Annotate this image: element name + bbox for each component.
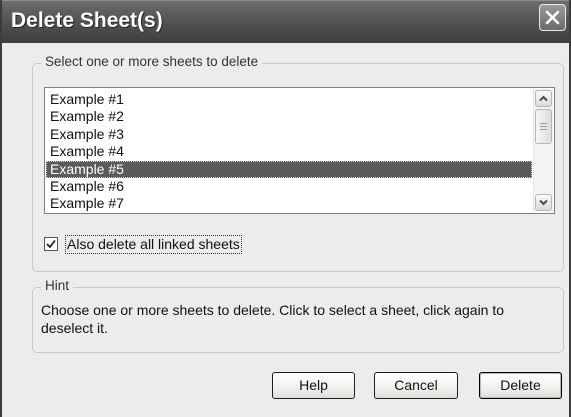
scrollbar-thumb[interactable] (535, 109, 552, 144)
chevron-up-icon (539, 95, 548, 102)
grip-line (540, 129, 547, 130)
title-bar[interactable]: Delete Sheet(s) (2, 0, 569, 43)
grip-line (540, 123, 547, 124)
close-button[interactable] (539, 4, 566, 31)
listbox-scrollbar[interactable] (533, 89, 553, 212)
sheet-list-item[interactable]: Example #7 (46, 195, 532, 212)
also-delete-linked-label[interactable]: Also delete all linked sheets (65, 235, 242, 254)
sheets-list: Example #1 Example #2 Example #3 Example #4… (46, 91, 532, 213)
close-icon (545, 10, 560, 25)
sheets-groupbox: Select one or more sheets to delete Exam… (32, 54, 564, 272)
hint-group-legend: Hint (41, 278, 74, 293)
scroll-down-button[interactable] (535, 194, 552, 211)
sheet-list-item[interactable]: Example #5 (46, 160, 532, 178)
hint-text: Choose one or more sheets to delete. Cli… (41, 302, 505, 336)
delete-button[interactable]: Delete (479, 372, 562, 399)
grip-line (540, 126, 547, 127)
sheet-list-item[interactable]: Example #4 (46, 143, 532, 160)
checkmark-icon (46, 239, 56, 249)
chevron-down-icon (539, 199, 548, 206)
hint-groupbox: Hint Choose one or more sheets to delete… (32, 278, 564, 353)
sheet-list-item[interactable]: Example #1 (46, 91, 532, 108)
help-button[interactable]: Help (272, 372, 355, 399)
scroll-up-button[interactable] (535, 90, 552, 107)
cancel-button[interactable]: Cancel (374, 372, 458, 399)
sheet-list-item[interactable]: Example #2 (46, 108, 532, 125)
sheets-group-legend: Select one or more sheets to delete (41, 54, 263, 69)
sheets-listbox[interactable]: Example #1 Example #2 Example #3 Example #4… (44, 87, 555, 214)
sheet-list-item[interactable]: Example #6 (46, 178, 532, 195)
dialog-title: Delete Sheet(s) (11, 9, 163, 32)
sheet-list-item[interactable]: Example #3 (46, 126, 532, 143)
also-delete-linked-checkbox[interactable] (44, 237, 58, 251)
delete-sheets-dialog: Delete Sheet(s) Select one or more sheet… (0, 0, 571, 417)
